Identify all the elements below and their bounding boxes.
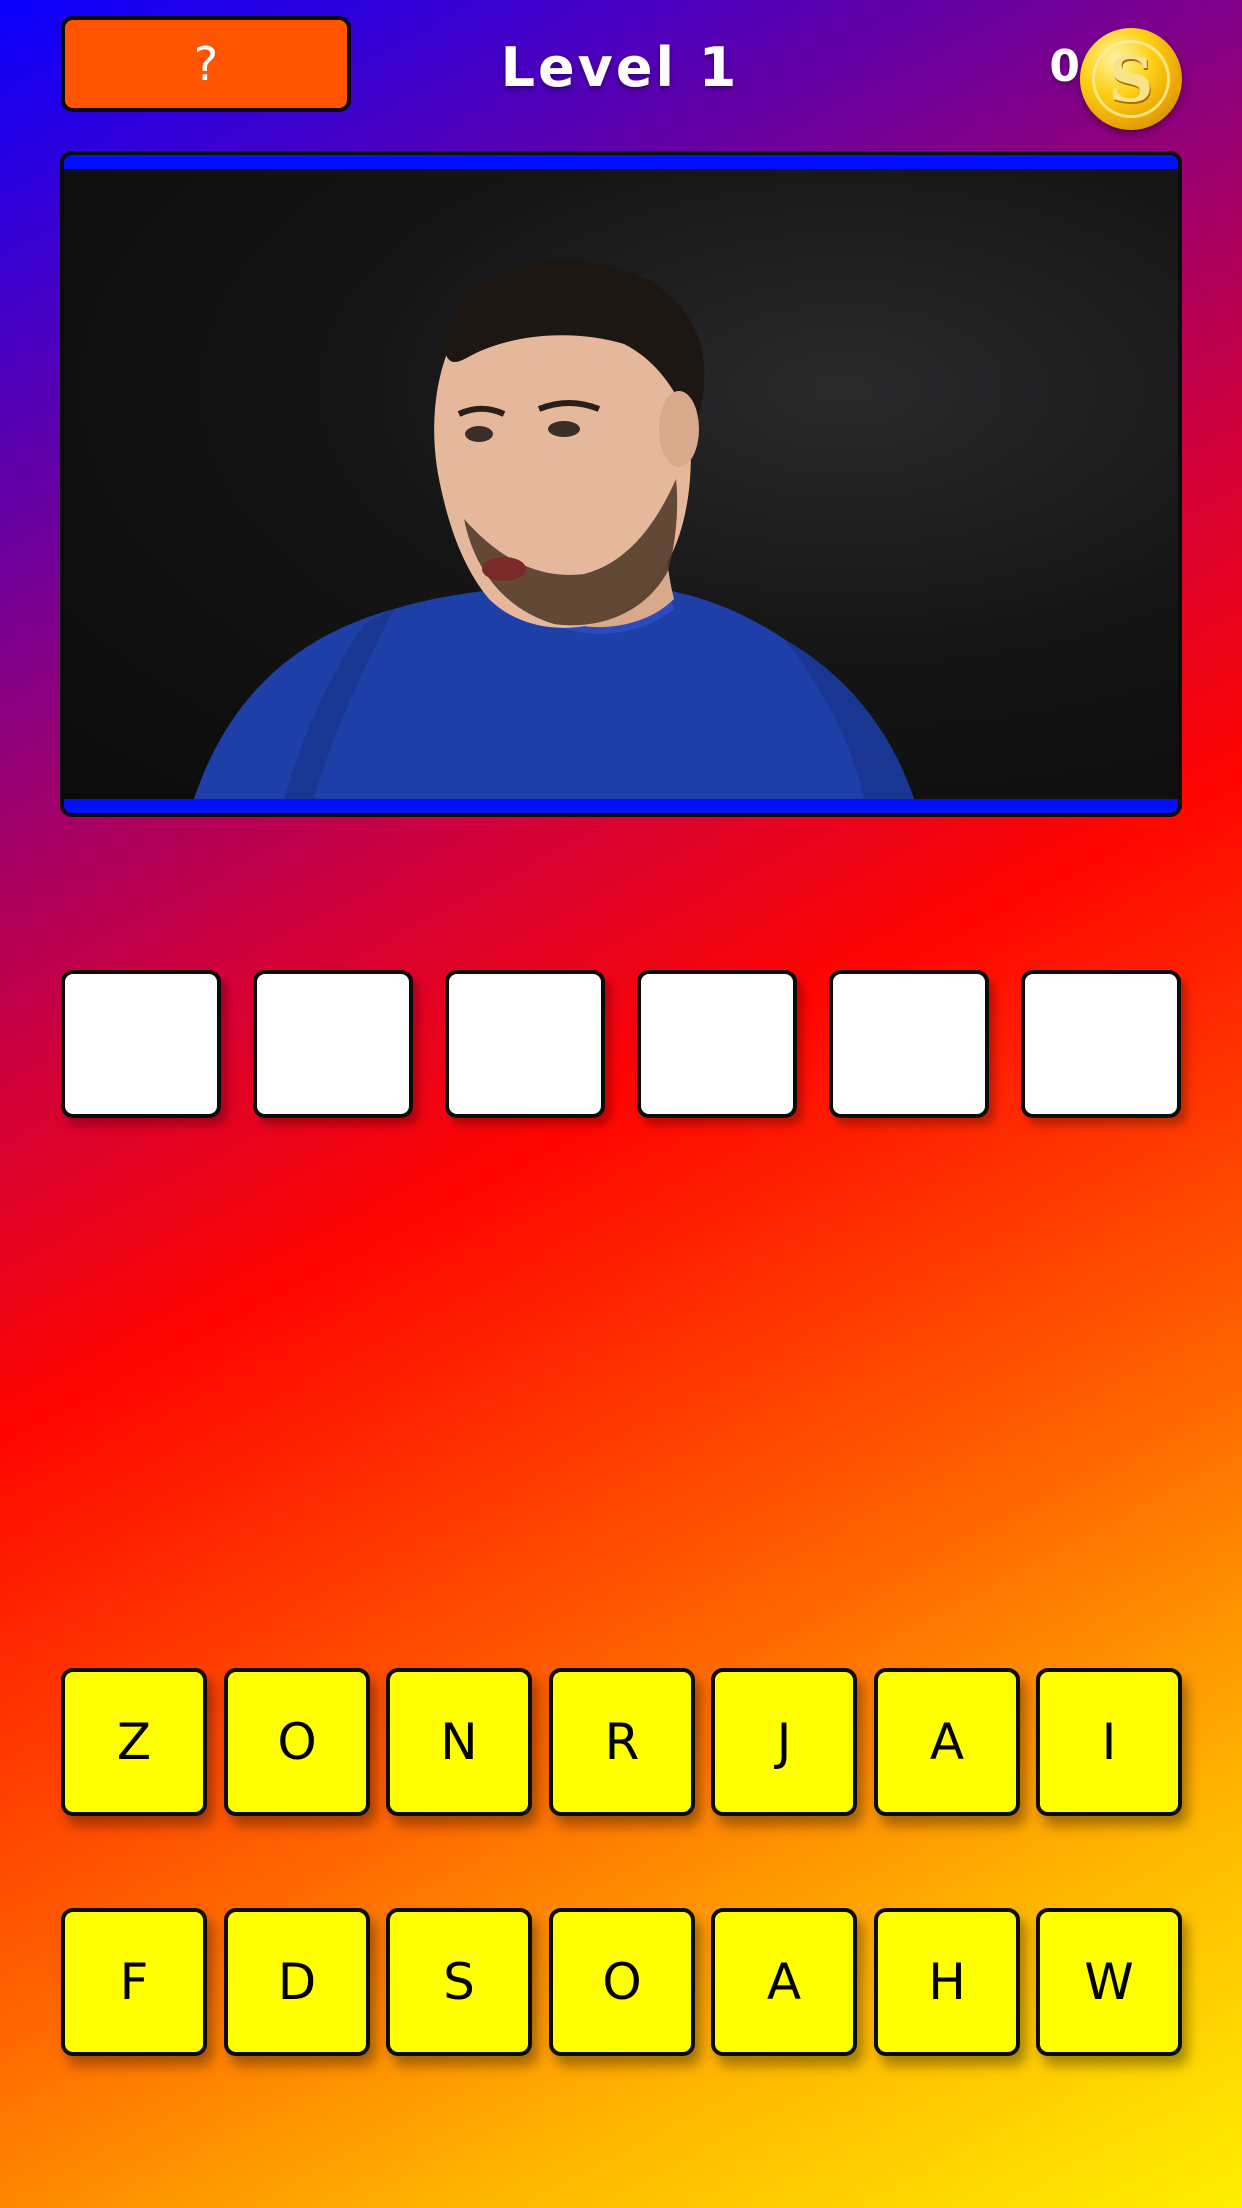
coin-icon[interactable]: S (1080, 28, 1182, 130)
level-title: Level 1 (500, 36, 740, 99)
letter-key[interactable]: A (874, 1668, 1020, 1816)
coin-symbol: S (1092, 40, 1170, 118)
answer-slot[interactable] (445, 970, 605, 1118)
hint-button[interactable]: ? (61, 16, 351, 112)
letter-key[interactable]: R (549, 1668, 695, 1816)
answer-slot[interactable] (1021, 970, 1181, 1118)
answer-slot[interactable] (637, 970, 797, 1118)
answer-slot[interactable] (61, 970, 221, 1118)
player-photo (64, 169, 1178, 799)
letter-key[interactable]: H (874, 1908, 1020, 2056)
player-silhouette-icon (194, 260, 914, 799)
answer-slot[interactable] (829, 970, 989, 1118)
letter-key[interactable]: J (711, 1668, 857, 1816)
letter-key[interactable]: W (1036, 1908, 1182, 2056)
letter-key[interactable]: N (386, 1668, 532, 1816)
letter-key[interactable]: S (386, 1908, 532, 2056)
letter-key[interactable]: O (224, 1668, 370, 1816)
letter-key[interactable]: I (1036, 1668, 1182, 1816)
letter-key[interactable]: Z (61, 1668, 207, 1816)
coin-count: 0 (1049, 41, 1080, 92)
letter-key[interactable]: D (224, 1908, 370, 2056)
letter-key[interactable]: A (711, 1908, 857, 2056)
photo-frame (60, 151, 1182, 817)
letter-key[interactable]: F (61, 1908, 207, 2056)
answer-slot[interactable] (253, 970, 413, 1118)
letter-key[interactable]: O (549, 1908, 695, 2056)
